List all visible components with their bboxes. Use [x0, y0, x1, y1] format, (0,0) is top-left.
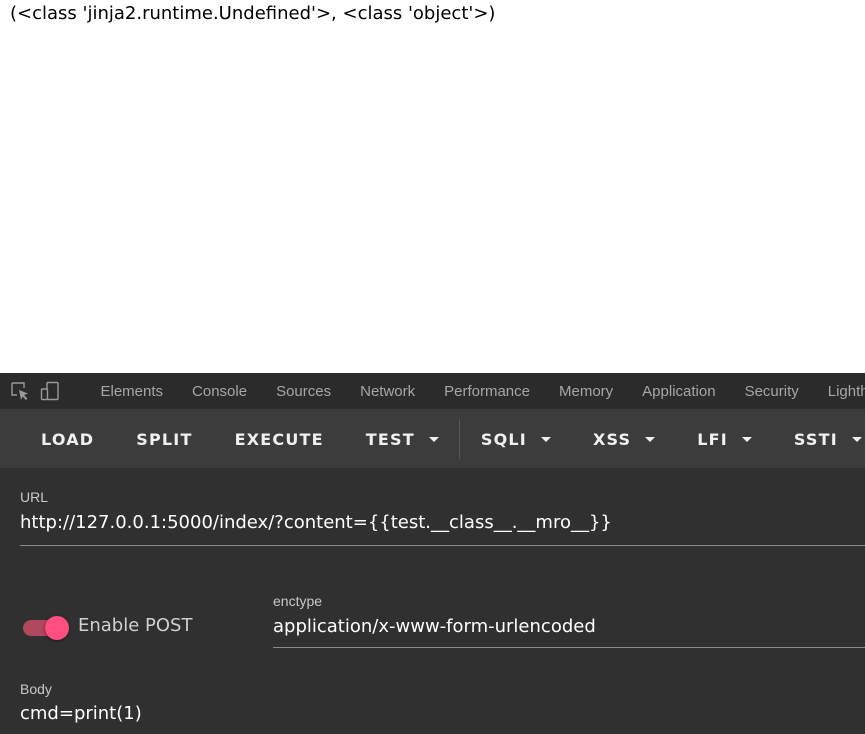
url-input[interactable]: http://127.0.0.1:5000/index/?content={{t… — [20, 512, 612, 533]
enctype-underline — [273, 647, 865, 648]
chevron-down-icon — [428, 436, 439, 442]
hackbar-panel: URL http://127.0.0.1:5000/index/?content… — [0, 468, 865, 734]
inspect-element-icon[interactable] — [10, 380, 30, 402]
tab-network[interactable]: Network — [346, 383, 430, 400]
ssti-menu-label: SSTI — [793, 429, 838, 449]
chevron-down-icon — [741, 436, 752, 442]
execute-button-label: EXECUTE — [234, 429, 324, 449]
tab-memory[interactable]: Memory — [545, 383, 628, 400]
sqli-menu-label: SQLI — [480, 429, 527, 449]
load-button[interactable]: LOAD — [0, 430, 115, 449]
tab-security[interactable]: Security — [730, 383, 813, 400]
devtools-tab-bar: Elements Console Sources Network Perform… — [0, 373, 865, 410]
ssti-menu-button[interactable]: SSTI — [773, 430, 865, 449]
load-button-label: LOAD — [41, 429, 95, 449]
split-button-label: SPLIT — [136, 429, 193, 449]
toggle-thumb — [45, 616, 69, 640]
enctype-select[interactable]: application/x-www-form-urlencoded — [273, 616, 596, 637]
body-input[interactable]: cmd=print(1) — [20, 703, 142, 724]
tab-application[interactable]: Application — [628, 383, 730, 400]
hackbar-toolbar: LOAD SPLIT EXECUTE TEST SQLI XSS LFI SST… — [0, 410, 865, 468]
test-menu-label: TEST — [365, 429, 415, 449]
xss-menu-label: XSS — [592, 429, 632, 449]
body-label: Body — [20, 681, 52, 697]
tab-lighthouse[interactable]: Lighth — [813, 383, 865, 400]
device-toggle-icon[interactable] — [40, 380, 60, 402]
enable-post-label: Enable POST — [78, 615, 193, 636]
enctype-label: enctype — [273, 593, 323, 609]
enable-post-toggle[interactable] — [23, 616, 69, 640]
tab-performance[interactable]: Performance — [430, 383, 545, 400]
lfi-menu-button[interactable]: LFI — [676, 430, 773, 449]
execute-button[interactable]: EXECUTE — [214, 430, 345, 449]
lfi-menu-label: LFI — [697, 429, 728, 449]
chevron-down-icon — [645, 436, 656, 442]
page-output-text: (<class 'jinja2.runtime.Undefined'>, <cl… — [10, 3, 496, 24]
chevron-down-icon — [851, 436, 862, 442]
tab-console[interactable]: Console — [178, 383, 262, 400]
split-button[interactable]: SPLIT — [115, 430, 213, 449]
tab-elements[interactable]: Elements — [86, 383, 178, 400]
xss-menu-button[interactable]: XSS — [572, 430, 676, 449]
test-menu-button[interactable]: TEST — [345, 430, 459, 449]
url-input-underline — [20, 545, 865, 546]
chevron-down-icon — [540, 436, 551, 442]
sqli-menu-button[interactable]: SQLI — [460, 430, 572, 449]
url-label: URL — [20, 489, 49, 505]
tab-sources[interactable]: Sources — [262, 383, 346, 400]
